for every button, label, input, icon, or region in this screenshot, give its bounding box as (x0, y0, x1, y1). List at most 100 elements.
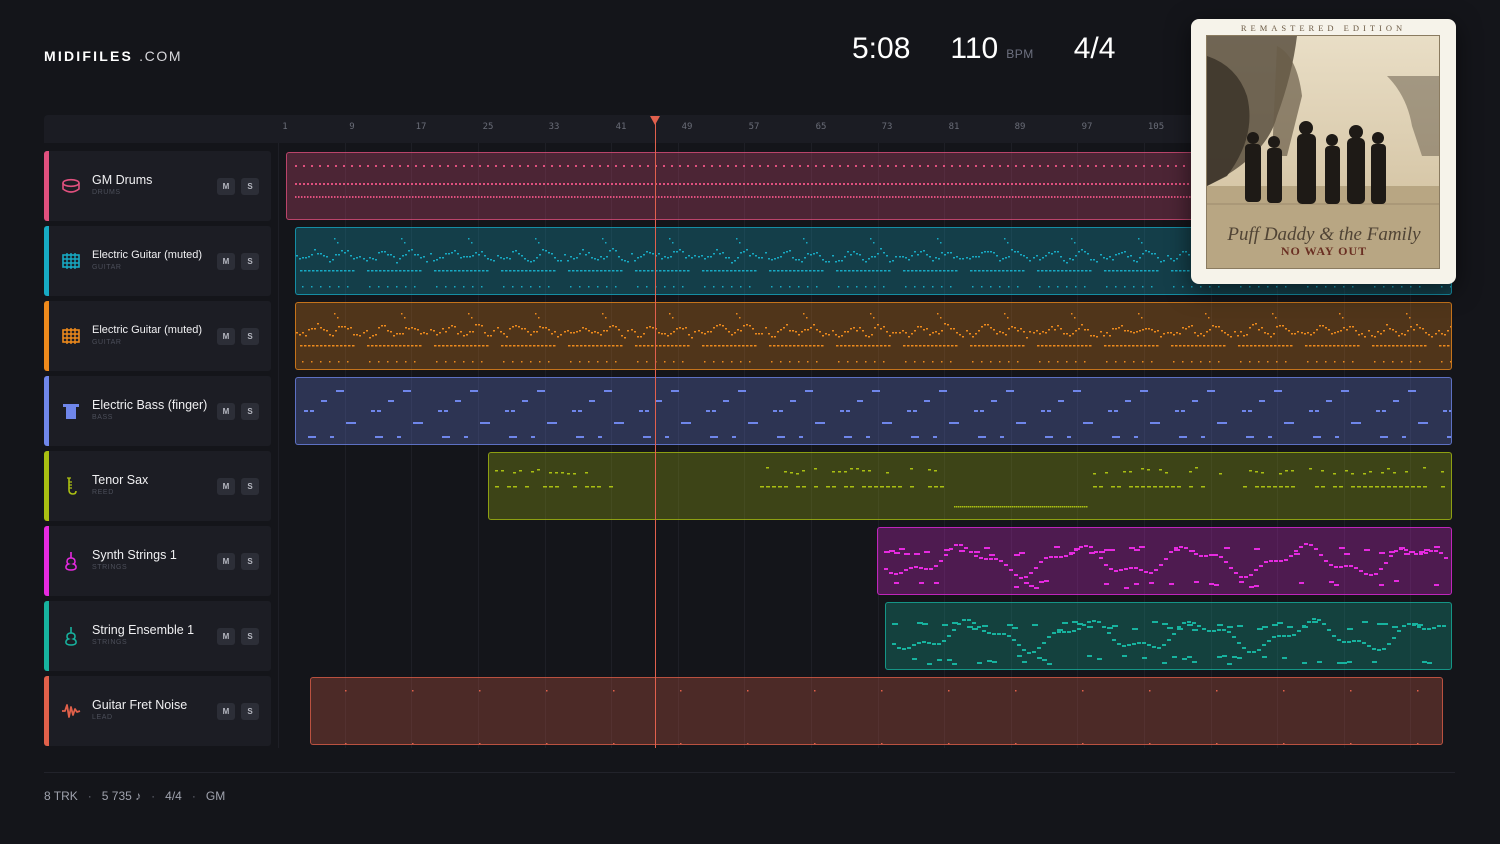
song-duration: 5:08 (852, 32, 911, 65)
tempo-unit: BPM (1006, 47, 1034, 61)
mute-button[interactable]: M (217, 628, 235, 645)
album-artist: Puff Daddy & the Family (1227, 224, 1421, 245)
note-pattern (345, 690, 1419, 744)
note-pattern (296, 313, 1451, 363)
track-type: LEAD (92, 714, 113, 721)
track-type: GUITAR (92, 264, 122, 271)
track-header-tenor-sax[interactable]: Tenor Sax REED M S (44, 451, 271, 521)
track-header-electric-guitar-1[interactable]: Electric Guitar (muted) GUITAR M S (44, 226, 271, 296)
track-name: Guitar Fret Noise (92, 698, 188, 712)
solo-button[interactable]: S (241, 253, 259, 270)
playhead[interactable] (655, 120, 656, 748)
midi-region-synth-strings[interactable] (877, 527, 1452, 595)
midi-standard: GM (205, 789, 226, 803)
midi-region-tenor-sax[interactable] (488, 452, 1452, 520)
note-pattern (884, 543, 1448, 589)
track-name: Synth Strings 1 (92, 548, 177, 562)
note-pattern (892, 618, 1446, 665)
solo-button[interactable]: S (241, 403, 259, 420)
solo-button[interactable]: S (241, 628, 259, 645)
guitar-icon (62, 253, 80, 269)
track-type: GUITAR (92, 339, 122, 346)
track-type: BASS (92, 414, 114, 421)
album-cover: REMASTERED EDITION Puff Daddy & the Fami… (1191, 19, 1456, 284)
footer-meter: 4/4 (165, 789, 182, 803)
bar-label: 89 (1014, 122, 1026, 132)
mute-button[interactable]: M (217, 403, 235, 420)
bar-label: 9 (349, 122, 355, 132)
footer-info: 8 TRK · 5 735 ♪ · 4/4 · GM (44, 789, 225, 803)
tempo-value: 110 (950, 32, 999, 65)
bar-label: 1 (282, 122, 288, 132)
track-type: STRINGS (92, 564, 128, 571)
album-title: NO WAY OUT (1280, 244, 1368, 258)
track-color-stripe (44, 601, 49, 671)
mute-button[interactable]: M (217, 253, 235, 270)
track-color-stripe (44, 451, 49, 521)
midi-region-guitar-fret-noise[interactable] (310, 677, 1443, 745)
bar-label: 81 (948, 122, 960, 132)
album-edition-label: REMASTERED EDITION (1240, 23, 1407, 33)
track-color-stripe (44, 376, 49, 446)
solo-button[interactable]: S (241, 328, 259, 345)
track-name: Electric Bass (finger) (92, 398, 208, 412)
bar-label: 33 (548, 122, 560, 132)
waveform-icon (62, 704, 81, 718)
track-header-electric-bass[interactable]: Electric Bass (finger) BASS M S (44, 376, 271, 446)
note-count: 5 735 ♪ (101, 789, 142, 803)
track-header-drums[interactable]: GM Drums DRUMS M S (44, 151, 271, 221)
mute-button[interactable]: M (217, 553, 235, 570)
track-type: DRUMS (92, 189, 121, 196)
bar-label: 97 (1081, 122, 1093, 132)
grid-line (278, 143, 279, 748)
bar-label: 17 (415, 122, 427, 132)
track-color-stripe (44, 301, 49, 371)
track-color-stripe (44, 226, 49, 296)
midi-region-electric-bass[interactable] (295, 377, 1452, 445)
bar-label: 25 (482, 122, 494, 132)
bar-label: 57 (748, 122, 760, 132)
transport-readout: 5:08 110 BPM 4/4 (852, 32, 1115, 66)
track-header-electric-guitar-2[interactable]: Electric Guitar (muted) GUITAR M S (44, 301, 271, 371)
solo-button[interactable]: S (241, 478, 259, 495)
sax-icon (67, 477, 77, 495)
track-count: 8 TRK (44, 789, 78, 803)
track-header-synth-strings[interactable]: Synth Strings 1 STRINGS M S (44, 526, 271, 596)
track-name: GM Drums (92, 173, 153, 187)
mute-button[interactable]: M (217, 478, 235, 495)
track-name: Tenor Sax (92, 473, 149, 487)
midi-region-string-ensemble[interactable] (885, 602, 1452, 670)
drum-icon (62, 178, 80, 193)
guitar-icon (62, 328, 80, 344)
track-name: String Ensemble 1 (92, 623, 195, 637)
bar-label: 49 (681, 122, 693, 132)
solo-button[interactable]: S (241, 703, 259, 720)
mute-button[interactable]: M (217, 328, 235, 345)
track-type: REED (92, 489, 114, 496)
note-pattern (304, 390, 1451, 438)
album-artwork: Puff Daddy & the Family NO WAY OUT (1206, 35, 1440, 269)
solo-button[interactable]: S (241, 178, 259, 195)
separator: · (87, 789, 92, 803)
track-header-guitar-fret-noise[interactable]: Guitar Fret Noise LEAD M S (44, 676, 271, 746)
bass-icon (63, 404, 79, 419)
footer-divider (44, 772, 1455, 773)
brand-logo: MIDIFILES .COM (44, 48, 182, 64)
separator: · (151, 789, 156, 803)
solo-button[interactable]: S (241, 553, 259, 570)
mute-button[interactable]: M (217, 703, 235, 720)
bar-label: 41 (615, 122, 627, 132)
track-name: Electric Guitar (muted) (92, 249, 203, 261)
brand-suffix: .COM (139, 48, 183, 64)
brand-name: MIDIFILES (44, 48, 134, 64)
note-pattern (495, 467, 1445, 508)
track-name: Electric Guitar (muted) (92, 324, 203, 336)
bar-label: 105 (1147, 122, 1165, 132)
track-header-string-ensemble[interactable]: String Ensemble 1 STRINGS M S (44, 601, 271, 671)
mute-button[interactable]: M (217, 178, 235, 195)
separator: · (191, 789, 196, 803)
track-type: STRINGS (92, 639, 128, 646)
track-color-stripe (44, 151, 49, 221)
midi-region-electric-guitar-2[interactable] (295, 302, 1452, 370)
bar-label: 65 (815, 122, 827, 132)
